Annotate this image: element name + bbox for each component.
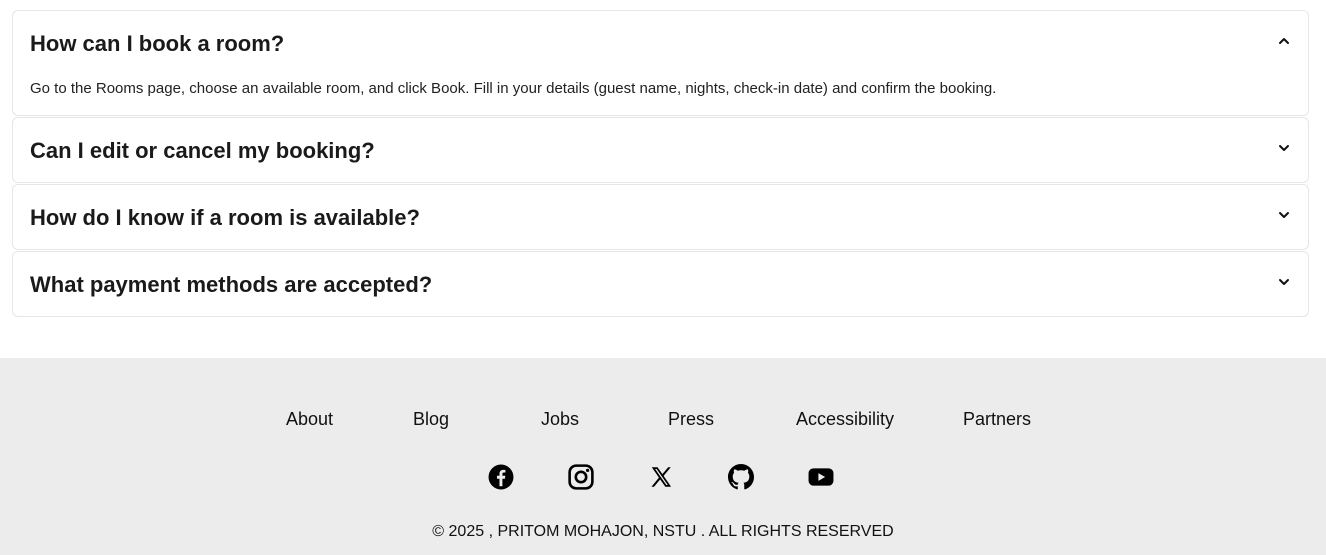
x-icon[interactable] xyxy=(648,464,674,490)
faq-question: How do I know if a room is available? xyxy=(30,205,420,230)
faq-question: Can I edit or cancel my booking? xyxy=(30,138,375,163)
faq-toggle-edit-cancel[interactable]: Can I edit or cancel my booking? xyxy=(13,118,1308,184)
faq-toggle-availability[interactable]: How do I know if a room is available? xyxy=(13,185,1308,251)
faq-item: How can I book a room? Go to the Rooms p… xyxy=(12,10,1309,116)
copyright-text: © 2025 , PRITOM MOHAJON, NSTU . ALL RIGH… xyxy=(432,523,894,540)
footer-link-about[interactable]: About xyxy=(286,407,333,431)
footer-link-jobs[interactable]: Jobs xyxy=(541,407,579,431)
faq-question: How can I book a room? xyxy=(30,31,285,56)
footer-link-blog[interactable]: Blog xyxy=(413,407,449,431)
faq-question: What payment methods are accepted? xyxy=(30,272,433,297)
site-footer: About Blog Jobs Press Accessibility Part… xyxy=(0,358,1326,555)
chevron-down-icon xyxy=(1279,279,1289,285)
footer-link-press[interactable]: Press xyxy=(668,407,714,431)
faq-toggle-book-room[interactable]: How can I book a room? xyxy=(13,11,1308,77)
chevron-down-icon xyxy=(1279,212,1289,218)
faq-item: How do I know if a room is available? xyxy=(12,184,1309,250)
footer-link-partners[interactable]: Partners xyxy=(963,407,1031,431)
footer-link-accessibility[interactable]: Accessibility xyxy=(796,407,894,431)
social-links xyxy=(0,464,1326,490)
faq-toggle-payment[interactable]: What payment methods are accepted? xyxy=(13,252,1308,318)
chevron-up-icon xyxy=(1279,38,1289,44)
faq-answer: Go to the Rooms page, choose an availabl… xyxy=(30,80,997,97)
faq-item: Can I edit or cancel my booking? xyxy=(12,117,1309,183)
facebook-icon[interactable] xyxy=(488,464,514,490)
footer-nav: About Blog Jobs Press Accessibility Part… xyxy=(0,407,1326,431)
faq-accordion: How can I book a room? Go to the Rooms p… xyxy=(12,10,1309,318)
instagram-icon[interactable] xyxy=(568,464,594,490)
chevron-down-icon xyxy=(1279,145,1289,151)
youtube-icon[interactable] xyxy=(808,464,834,490)
github-icon[interactable] xyxy=(728,464,754,490)
faq-item: What payment methods are accepted? xyxy=(12,251,1309,317)
